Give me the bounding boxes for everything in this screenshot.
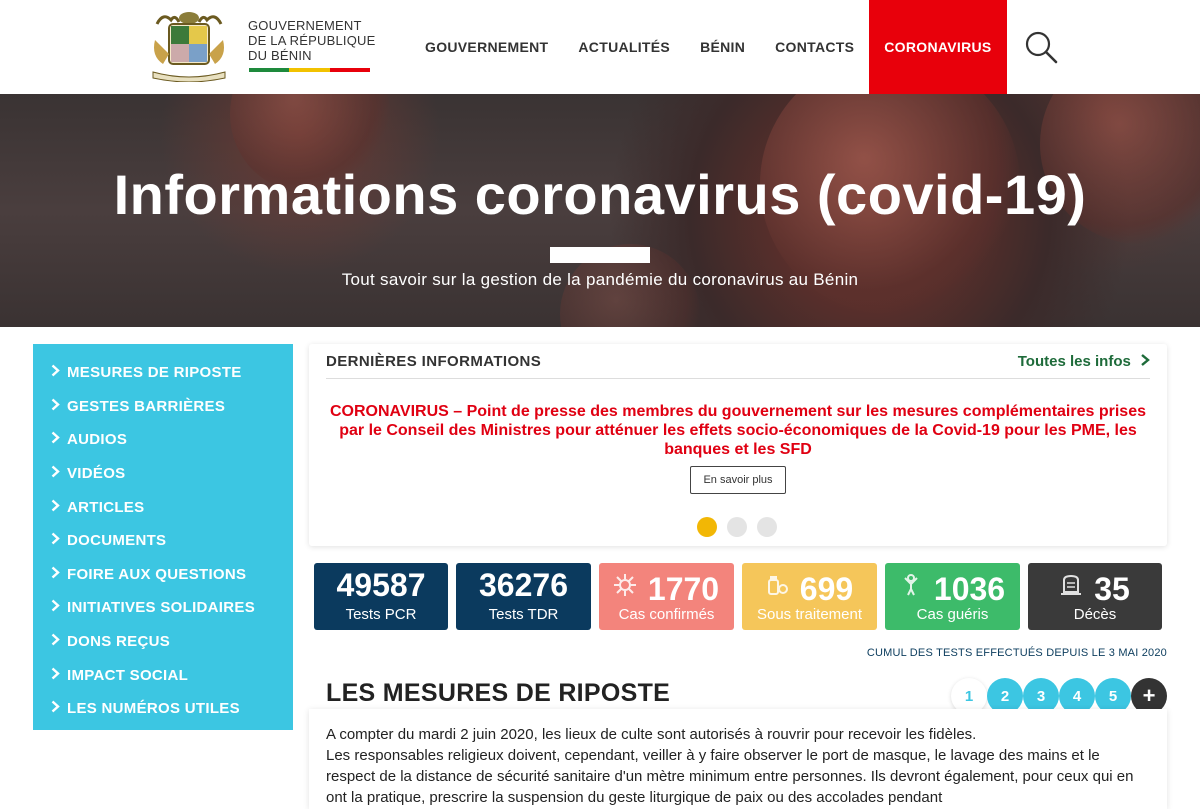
sidebar-item-label: DONS REÇUS: [67, 633, 171, 651]
stat-value: 699: [799, 571, 854, 607]
chevron-right-icon: [51, 700, 63, 717]
stat-value: 1036: [933, 571, 1006, 607]
flag-stripe-yellow: [289, 68, 330, 72]
stat-value: 49587: [336, 567, 426, 603]
sidebar-item[interactable]: GESTES BARRIÈRES: [33, 390, 293, 424]
tests-cumulative-note: CUMUL DES TESTS EFFECTUÉS DEPUIS LE 3 MA…: [866, 647, 1167, 659]
stat-label: Tests PCR: [345, 606, 417, 623]
hero-subtitle: Tout savoir sur la gestion de la pandémi…: [341, 270, 859, 289]
stat-label: Tests TDR: [488, 606, 559, 623]
pills-icon: [766, 567, 788, 595]
sidebar-item-label: INITIATIVES SOLIDAIRES: [67, 599, 256, 617]
chevron-right-icon: [51, 633, 63, 650]
slider-dot-1[interactable]: [697, 517, 717, 537]
chevron-right-icon: [51, 431, 63, 448]
flag-stripe-red: [329, 68, 370, 72]
virus-icon: [613, 567, 636, 596]
sidebar-item[interactable]: VIDÉOS: [33, 457, 293, 491]
hero-banner: Informations coronavirus (covid-19) Tout…: [0, 94, 1200, 327]
slider-dots: [697, 517, 777, 537]
nav-contacts[interactable]: CONTACTS: [760, 0, 869, 94]
benin-coat-of-arms-logo[interactable]: [149, 10, 229, 83]
all-news-link[interactable]: Toutes les infos: [1018, 353, 1150, 370]
sidebar-item-label: DOCUMENTS: [67, 532, 167, 550]
flag-color-stripe: [249, 68, 370, 72]
sidebar-item-label: AUDIOS: [67, 431, 128, 449]
sidebar-item[interactable]: AUDIOS: [33, 423, 293, 457]
logo-line-3: DU BÉNIN: [248, 48, 312, 63]
read-more-button[interactable]: En savoir plus: [690, 466, 786, 494]
stat-value-row: 699: [742, 567, 877, 608]
sidebar-menu: MESURES DE RIPOSTE GESTES BARRIÈRES AUDIOS…: [33, 344, 293, 730]
chevron-right-icon: [51, 599, 63, 616]
chevron-right-icon: [51, 667, 63, 684]
person-icon: [900, 567, 922, 596]
nav-gouvernement[interactable]: GOUVERNEMENT: [410, 0, 563, 94]
section-title: LES MESURES DE RIPOSTE: [326, 679, 671, 707]
news-heading: DERNIÈRES INFORMATIONS: [326, 353, 542, 370]
sidebar-item-label: IMPACT SOCIAL: [67, 666, 189, 684]
stat-tests-tdr: 36276 Tests TDR: [456, 563, 591, 630]
stat-deaths: 35 Décès: [1028, 563, 1162, 630]
hero-divider: [550, 247, 650, 263]
latest-news-box: DERNIÈRES INFORMATIONS Toutes les infos …: [309, 344, 1167, 546]
stat-label: Sous traitement: [756, 606, 863, 623]
stat-tests-pcr: 49587 Tests PCR: [314, 563, 448, 630]
news-divider: [326, 378, 1150, 379]
nav-coronavirus[interactable]: CORONAVIRUS: [869, 0, 1007, 94]
logo-line-1: GOUVERNEMENT: [248, 18, 362, 33]
sidebar-item-label: GESTES BARRIÈRES: [67, 397, 226, 415]
stat-value-row: 1036: [885, 567, 1020, 608]
chevron-right-icon: [51, 398, 63, 415]
stat-value: 36276: [479, 567, 568, 603]
stat-value-row: 1770: [599, 567, 734, 608]
nav-actualites[interactable]: ACTUALITÉS: [563, 0, 685, 94]
sidebar-item-label: LES NUMÉROS UTILES: [67, 700, 240, 718]
mesures-paragraph-1: A compter du mardi 2 juin 2020, les lieu…: [326, 726, 977, 743]
tombstone-icon: [1060, 567, 1082, 595]
covid-stats: 49587 Tests PCR 36276 Tests TDR 1770 Cas…: [314, 563, 1162, 630]
slider-dot-3[interactable]: [757, 517, 777, 537]
sidebar-item-label: MESURES DE RIPOSTE: [67, 364, 242, 382]
sidebar-item[interactable]: DONS REÇUS: [33, 625, 293, 659]
site-header: GOUVERNEMENT DE LA RÉPUBLIQUE DU BÉNIN G…: [0, 0, 1200, 94]
flag-stripe-green: [249, 68, 290, 72]
sidebar-item-label: FOIRE AUX QUESTIONS: [67, 565, 247, 583]
hero-title: Informations coronavirus (covid-19): [113, 163, 1087, 226]
sidebar-item[interactable]: DOCUMENTS: [33, 524, 293, 558]
sidebar-item[interactable]: MESURES DE RIPOSTE: [33, 356, 293, 390]
chevron-right-icon: [51, 566, 63, 583]
stat-value: 1770: [647, 571, 720, 607]
news-headline[interactable]: CORONAVIRUS – Point de presse des membre…: [329, 402, 1147, 459]
stat-label: Cas confirmés: [618, 606, 715, 623]
chevron-right-icon: [51, 499, 63, 516]
chevron-right-icon: [51, 364, 63, 381]
sidebar-item[interactable]: FOIRE AUX QUESTIONS: [33, 558, 293, 592]
sidebar-item[interactable]: IMPACT SOCIAL: [33, 658, 293, 692]
all-news-label: Toutes les infos: [1017, 353, 1131, 370]
sidebar-item[interactable]: ARTICLES: [33, 490, 293, 524]
search-icon[interactable]: [1024, 30, 1058, 64]
stat-label: Décès: [1073, 606, 1117, 623]
stat-value-row: 35: [1028, 567, 1162, 608]
stat-label: Cas guéris: [916, 606, 989, 623]
stat-confirmed-cases: 1770 Cas confirmés: [599, 563, 734, 630]
government-name[interactable]: GOUVERNEMENT DE LA RÉPUBLIQUE DU BÉNIN: [248, 18, 376, 63]
nav-benin[interactable]: BÉNIN: [685, 0, 760, 94]
stat-recovered: 1036 Cas guéris: [885, 563, 1020, 630]
sidebar-item[interactable]: INITIATIVES SOLIDAIRES: [33, 591, 293, 625]
stat-value: 35: [1094, 571, 1130, 607]
chevron-right-icon: [51, 465, 63, 482]
slider-dot-2[interactable]: [727, 517, 747, 537]
logo-line-2: DE LA RÉPUBLIQUE: [248, 33, 376, 48]
chevron-right-icon: [51, 532, 63, 549]
mesures-content: A compter du mardi 2 juin 2020, les lieu…: [309, 709, 1167, 809]
stat-under-treatment: 699 Sous traitement: [742, 563, 877, 630]
sidebar-item-label: VIDÉOS: [67, 465, 126, 483]
chevron-right-icon: [1141, 353, 1150, 370]
mesures-paragraph-2: Les responsables religieux doivent, cepe…: [326, 747, 1134, 806]
sidebar-item[interactable]: LES NUMÉROS UTILES: [33, 692, 293, 726]
main-nav: GOUVERNEMENT ACTUALITÉS BÉNIN CONTACTS C…: [410, 0, 1007, 94]
sidebar-item-label: ARTICLES: [67, 498, 145, 516]
